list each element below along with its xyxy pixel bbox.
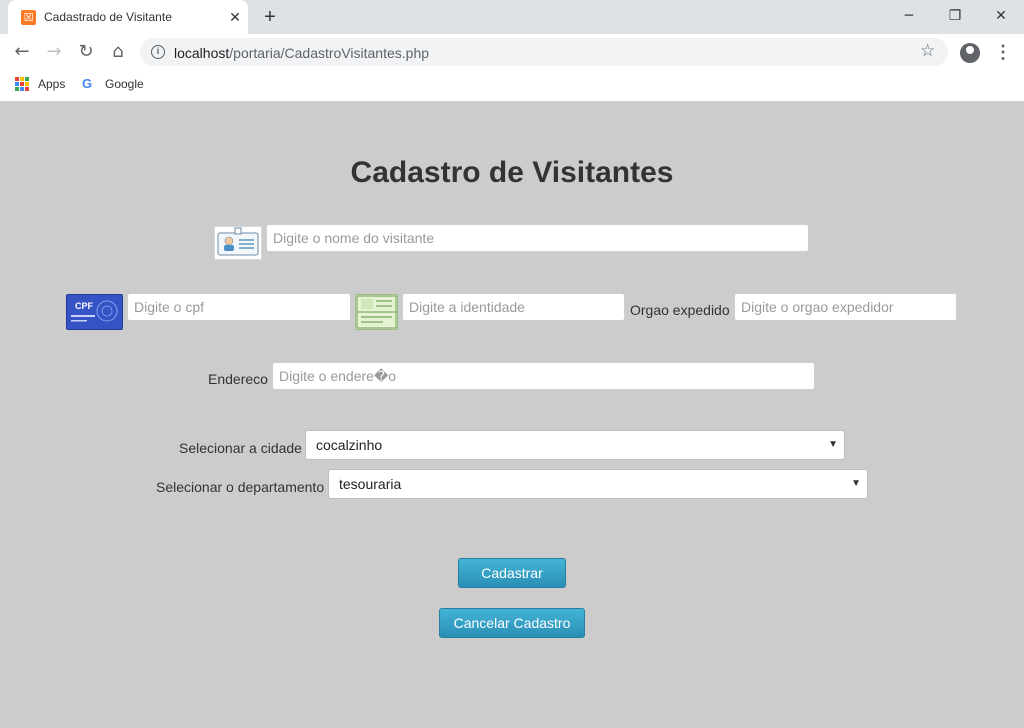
address-input[interactable] (272, 362, 815, 390)
city-select[interactable]: cocalzinho ▼ (305, 430, 845, 460)
home-icon[interactable]: ⌂ (106, 40, 130, 64)
department-select[interactable]: tesouraria ▼ (328, 469, 868, 499)
register-button[interactable]: Cadastrar (458, 558, 566, 588)
kebab-menu-icon[interactable]: ⋮ (994, 41, 1012, 63)
cpf-card-icon: CPF (66, 294, 123, 330)
url-text[interactable]: localhost/portaria/CadastroVisitantes.ph… (174, 45, 429, 61)
bookmark-google-label: Google (105, 77, 144, 91)
google-g-icon: G (82, 76, 93, 91)
info-icon[interactable]: i (151, 45, 165, 59)
minimize-icon[interactable]: ─ (896, 5, 922, 27)
tab-title: Cadastrado de Visitante (44, 10, 172, 24)
back-arrow-icon[interactable]: ← (10, 40, 34, 64)
browser-tab[interactable]: ☒ Cadastrado de Visitante ✕ (8, 0, 248, 34)
browser-tabstrip: ☒ Cadastrado de Visitante ✕ + ─ ❐ ✕ (0, 0, 1024, 34)
cpf-card-text: CPF (75, 301, 94, 311)
new-tab-button[interactable]: + (259, 6, 281, 28)
profile-avatar-icon[interactable] (960, 43, 980, 63)
bookmark-apps[interactable]: Apps (15, 76, 75, 96)
forward-arrow-icon[interactable]: → (42, 40, 66, 64)
reload-icon[interactable]: ↻ (74, 40, 98, 64)
department-select-value: tesouraria (339, 476, 402, 492)
cancel-registration-button[interactable]: Cancelar Cadastro (439, 608, 585, 638)
url-path: /portaria/CadastroVisitantes.php (229, 45, 430, 61)
cpf-input[interactable] (127, 293, 351, 321)
page-title: Cadastro de Visitantes (350, 156, 674, 189)
identity-input[interactable] (402, 293, 625, 321)
chevron-down-icon: ▼ (828, 439, 838, 450)
issuing-agency-input[interactable] (734, 293, 957, 321)
bookmark-apps-label: Apps (38, 77, 66, 91)
bookmark-star-icon[interactable]: ☆ (920, 41, 935, 61)
url-host: localhost (174, 45, 230, 61)
tab-close-icon[interactable]: ✕ (226, 8, 244, 26)
department-label: Selecionar o departamento (156, 479, 325, 495)
xampp-favicon-icon: ☒ (21, 10, 36, 25)
chevron-down-icon: ▼ (851, 478, 861, 489)
address-bar[interactable]: i localhost/portaria/CadastroVisitantes.… (140, 38, 948, 66)
city-label: Selecionar a cidade (179, 440, 302, 456)
issuing-agency-label: Orgao expedido (630, 302, 730, 318)
identity-card-icon (355, 294, 398, 330)
bookmarks-bar: Apps G Google (0, 70, 1024, 102)
window-close-icon[interactable]: ✕ (988, 5, 1014, 27)
bookmark-google[interactable]: G Google (82, 76, 152, 96)
visitor-badge-icon (214, 226, 262, 260)
restore-icon[interactable]: ❐ (942, 5, 968, 27)
address-label: Endereco (208, 371, 268, 387)
browser-toolbar: ← → ↻ ⌂ i localhost/portaria/CadastroVis… (0, 34, 1024, 70)
city-select-value: cocalzinho (316, 437, 383, 453)
apps-grid-icon (15, 77, 29, 91)
visitor-name-input[interactable] (266, 224, 809, 252)
